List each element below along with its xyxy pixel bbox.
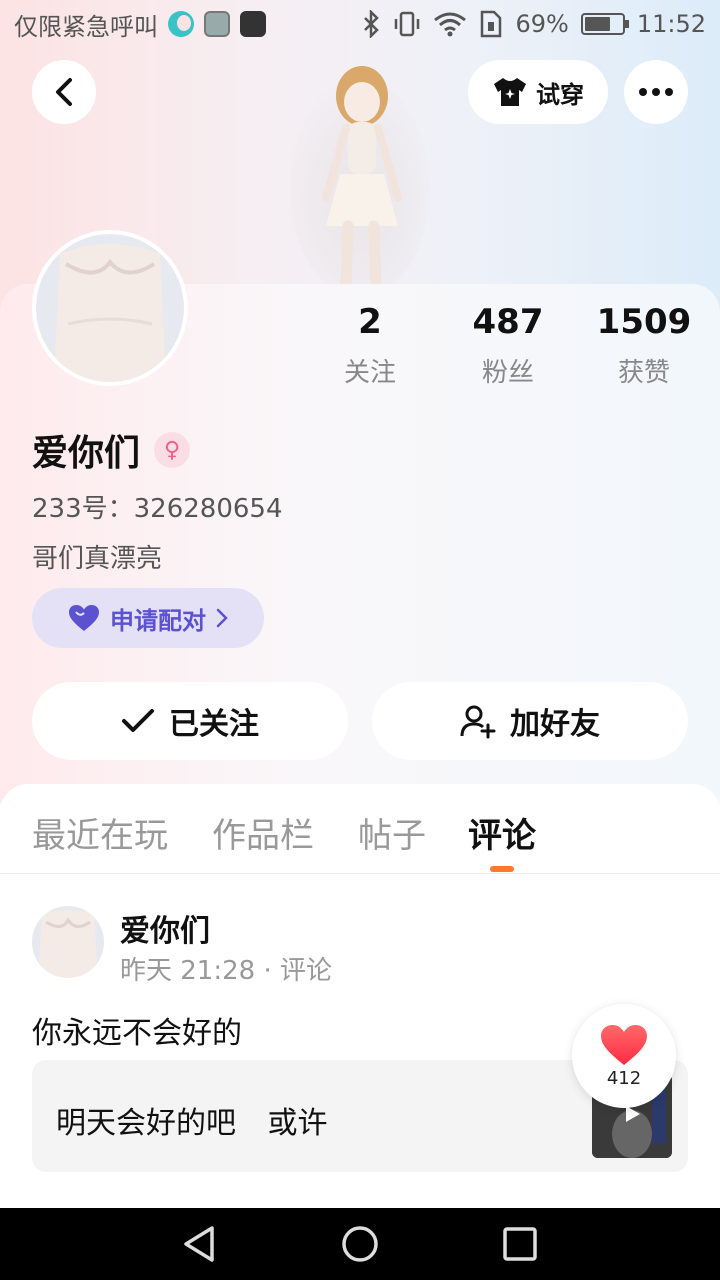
try-on-button[interactable]: 试穿 [468, 60, 608, 124]
stats-row: 2 关注 487 粉丝 1509 获赞 [300, 302, 720, 392]
stat-following[interactable]: 2 关注 [300, 302, 440, 389]
app-icon [240, 11, 266, 37]
chevron-left-icon [56, 78, 72, 106]
avatar[interactable] [32, 230, 188, 386]
add-user-icon [460, 705, 496, 739]
username: 爱你们 [32, 433, 141, 474]
system-nav-bar [0, 1208, 720, 1280]
back-button[interactable] [32, 60, 96, 124]
back-nav-icon[interactable] [180, 1224, 220, 1264]
try-on-label: 试穿 [536, 80, 584, 109]
pair-label: 申请配对 [110, 606, 206, 635]
follow-label: 已关注 [169, 707, 259, 742]
vibrate-icon [395, 11, 420, 37]
avatar-figure [290, 58, 430, 298]
comment-meta: 昨天 21:28 · 评论 [120, 956, 332, 986]
home-nav-icon[interactable] [340, 1224, 380, 1264]
recents-nav-icon[interactable] [500, 1224, 540, 1264]
more-dot [652, 88, 660, 96]
comment-avatar[interactable] [32, 906, 104, 978]
battery-text: 69% [515, 10, 569, 38]
followed-button[interactable]: 已关注 [32, 682, 348, 760]
stat-label: 获赞 [617, 358, 670, 388]
like-count: 412 [606, 1067, 642, 1089]
status-bar: 仅限紧急呼叫 69% 11:52 [0, 0, 720, 48]
like-button[interactable]: 412 [572, 1004, 676, 1108]
wifi-icon [434, 12, 467, 37]
shirt-icon [494, 78, 526, 106]
battery-fill [584, 17, 610, 31]
carrier-text: 仅限紧急呼叫 [14, 12, 158, 41]
stat-likes[interactable]: 1509 获赞 [574, 302, 714, 389]
image-icon [204, 11, 230, 37]
active-tab-indicator [490, 866, 514, 872]
tab-recently-played[interactable]: 最近在玩 [32, 808, 168, 857]
heart-icon [601, 1024, 647, 1065]
quoted-text: 明天会好的吧 或许 [56, 1106, 328, 1141]
comment-text: 你永远不会好的 [32, 1016, 242, 1051]
stat-value: 2 [358, 302, 382, 342]
moon-icon [168, 11, 194, 37]
chevron-right-icon [216, 608, 228, 628]
stat-label: 粉丝 [481, 358, 534, 388]
request-pair-button[interactable]: 申请配对 [32, 588, 264, 648]
stat-value: 487 [472, 302, 544, 342]
tab-posts[interactable]: 帖子 [358, 808, 426, 857]
tab-works[interactable]: 作品栏 [212, 808, 314, 857]
stat-value: 1509 [596, 302, 692, 342]
username-row: 爱你们 ♀ [32, 424, 191, 476]
bluetooth-icon [364, 10, 380, 38]
user-id: 233号：326280654 [32, 494, 283, 524]
more-dot [665, 88, 673, 96]
heart-icon [69, 605, 99, 631]
comment-author[interactable]: 爱你们 [120, 906, 210, 950]
stat-followers[interactable]: 487 粉丝 [438, 302, 578, 389]
stat-label: 关注 [343, 358, 396, 388]
bio: 哥们真漂亮 [32, 544, 163, 574]
more-options-button[interactable] [624, 60, 688, 124]
add-friend-label: 加好友 [510, 707, 600, 742]
check-icon [122, 709, 154, 732]
tab-bar: 最近在玩 作品栏 帖子 评论 [0, 784, 720, 874]
female-icon: ♀ [154, 432, 191, 468]
more-dot [639, 88, 647, 96]
clock: 11:52 [636, 10, 706, 38]
add-friend-button[interactable]: 加好友 [372, 682, 688, 760]
tab-comments[interactable]: 评论 [468, 808, 536, 857]
sim-icon [481, 10, 502, 38]
battery-icon [580, 13, 629, 35]
